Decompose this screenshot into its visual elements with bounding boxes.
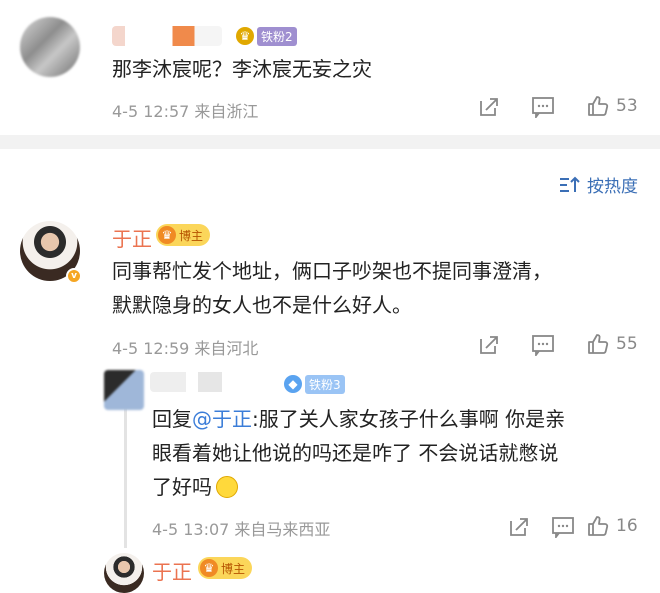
blogger-badge: ♛ 博主 (156, 224, 211, 246)
comment-icon (532, 97, 554, 118)
reply-text-line-1: 回复@于正:服了关人家女孩子什么事啊 你是亲 (152, 402, 565, 436)
mention-link[interactable]: @于正 (192, 407, 252, 431)
share-icon (480, 98, 498, 116)
reply-text-end: 了好吗 (152, 475, 212, 499)
share-icon (510, 518, 528, 536)
reply-meta: 4-5 13:07 来自马来西亚 (152, 520, 331, 539)
diamond-icon: ◆ (284, 375, 302, 393)
comment-button[interactable] (531, 96, 555, 118)
sort-label: 按热度 (587, 177, 638, 197)
reply-text: :服了关人家女孩子什么事啊 你是亲 (252, 407, 566, 431)
share-button[interactable] (478, 96, 500, 118)
reply-avatar[interactable] (104, 370, 144, 410)
fan-badge-label: 铁粉2 (257, 26, 297, 46)
thumbs-up-icon (588, 516, 609, 536)
comment-icon (532, 335, 554, 356)
comment-button[interactable] (531, 334, 555, 356)
crown-icon: ♛ (200, 559, 218, 577)
comment-text-line-2: 默默隐身的女人也不是什么好人。 (112, 293, 412, 317)
fan-badge: ◆ 铁粉3 (284, 373, 345, 395)
share-button[interactable] (478, 334, 500, 356)
reply-avatar[interactable] (104, 553, 144, 593)
reply-thread-line (124, 398, 127, 548)
like-button[interactable]: 16 (586, 514, 638, 538)
blogger-badge: ♛ 博主 (198, 557, 253, 579)
like-count: 16 (616, 516, 638, 536)
fan-badge: ♛ 铁粉2 (236, 25, 297, 47)
comment-meta: 4-5 12:59 来自河北 (112, 339, 259, 358)
comment-text: 那李沐宸呢？李沐宸无妄之灾 (112, 57, 372, 81)
thumbs-up-icon (588, 334, 609, 354)
share-icon (480, 336, 498, 354)
blogger-badge-label: 博主 (179, 228, 204, 243)
section-divider (0, 135, 660, 149)
reply-name[interactable]: 于正 (152, 556, 192, 585)
reply-text-line-3: 了好吗 (152, 470, 238, 504)
crown-icon: ♛ (158, 226, 176, 244)
reply-prefix: 回复 (152, 407, 192, 431)
crown-icon: ♛ (236, 27, 254, 45)
like-count: 53 (616, 96, 638, 116)
comment-text-line-1: 同事帮忙发个地址，俩口子吵架也不提同事澄清， (112, 259, 552, 283)
like-button[interactable]: 53 (586, 94, 638, 118)
emoji-icon (216, 475, 238, 498)
sort-button[interactable]: 按热度 (559, 172, 638, 197)
comment-button[interactable] (551, 516, 575, 538)
commenter-name[interactable]: 于正 (112, 223, 152, 252)
share-button[interactable] (508, 516, 530, 538)
blogger-badge-label: 博主 (221, 561, 246, 576)
fan-badge-label: 铁粉3 (305, 374, 345, 394)
comment-icon (552, 517, 574, 538)
reply-text-line-2: 眼看着她让他说的吗还是咋了 不会说话就憋说 (152, 441, 559, 465)
like-button[interactable]: 55 (586, 332, 638, 356)
reply-name-redacted[interactable] (150, 372, 270, 392)
verified-badge-icon: v (66, 268, 82, 284)
comment-meta: 4-5 12:57 来自浙江 (112, 102, 259, 121)
sort-icon (560, 176, 580, 192)
commenter-avatar[interactable] (20, 17, 80, 77)
commenter-name-redacted[interactable] (112, 26, 222, 46)
thumbs-up-icon (588, 96, 609, 116)
like-count: 55 (616, 334, 638, 354)
